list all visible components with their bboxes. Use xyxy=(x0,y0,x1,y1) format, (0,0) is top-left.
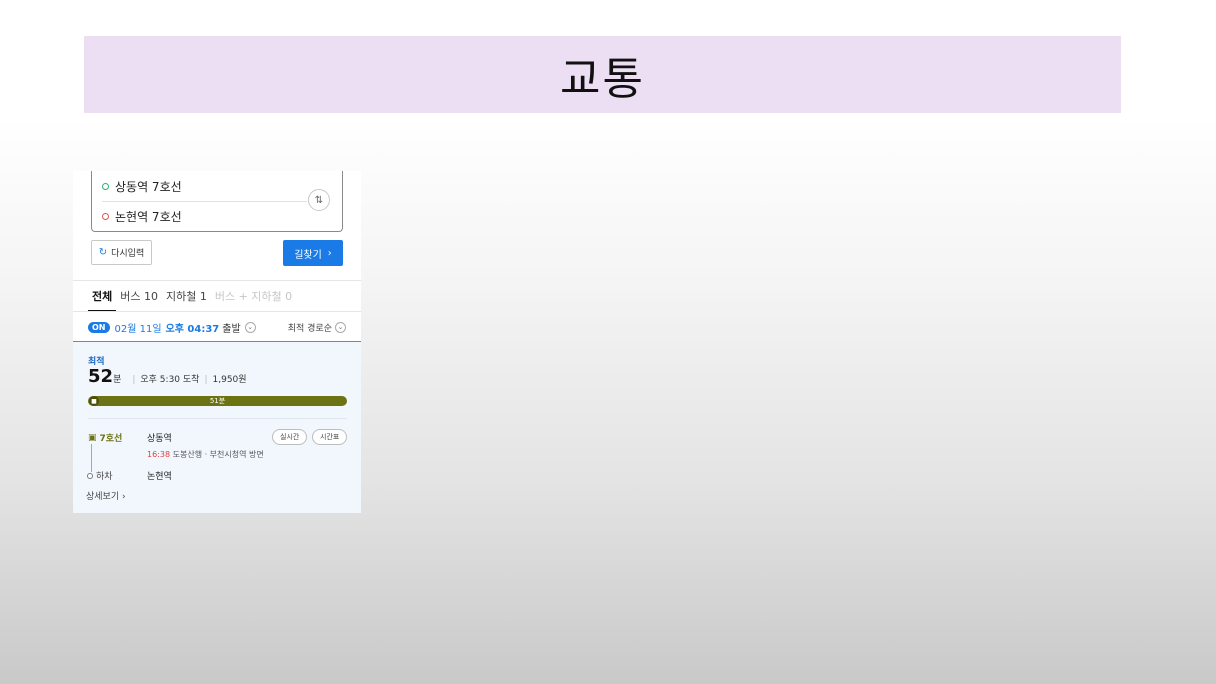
tab-subway[interactable]: 지하철 1 xyxy=(162,281,211,311)
reset-button-label: 다시입력 xyxy=(111,249,145,259)
alight-label: 하차 xyxy=(87,469,113,482)
subway-icon: ▣ xyxy=(88,432,97,443)
on-toggle-badge[interactable]: ON xyxy=(88,321,110,333)
route-input-box: 상동역 7호선 논현역 7호선 ⇅ xyxy=(91,171,343,232)
route-progress-bar: ■ 51분 xyxy=(88,396,347,406)
departure-chevron-down-icon[interactable]: ⌄ xyxy=(244,321,256,333)
summary-separator: | xyxy=(132,375,136,385)
refresh-icon: ↻ xyxy=(98,247,108,258)
summary-separator: | xyxy=(204,375,208,385)
find-route-label: 길찾기 xyxy=(294,249,322,261)
alight-text: 하차 xyxy=(96,472,113,482)
departure-label: 출발 xyxy=(222,323,241,335)
find-route-button[interactable]: 길찾기 › xyxy=(283,240,343,266)
minutes-unit: 분 xyxy=(113,375,122,385)
start-dot-icon xyxy=(102,182,109,190)
route-result-card[interactable]: 최적 52 분 | 오후 5:30 도착 | 1,950원 ■ 51분 ▣ 7호… xyxy=(73,341,361,513)
departure-date[interactable]: 02월 11일 xyxy=(115,320,162,335)
direction-text: 도봉산행 · 부천시청역 방면 xyxy=(172,450,264,459)
subway-line-label: ▣ 7호선 xyxy=(88,431,123,445)
start-field-text: 상동역 7호선 xyxy=(115,179,182,194)
alight-ring-icon xyxy=(87,472,93,479)
end-field-text: 논현역 7호선 xyxy=(115,209,182,224)
field-divider xyxy=(102,201,307,202)
swap-direction-button[interactable]: ⇅ xyxy=(308,189,330,211)
sort-chevron-down-icon: ⌄ xyxy=(335,321,346,333)
alight-station: 논현역 xyxy=(147,472,172,482)
tabs-bottom-divider xyxy=(73,311,361,312)
segment-duration: 51분 xyxy=(209,397,226,405)
departure-time[interactable]: 오후 04:37 xyxy=(166,320,220,335)
detail-link-label: 상세보기 xyxy=(86,492,120,502)
end-dot-icon xyxy=(102,212,109,220)
slide-title: 교통 xyxy=(560,53,645,105)
departure-row: ON 02월 11일 오후 04:37 출발 ⌄ 최적 경로순 ⌄ xyxy=(88,318,346,336)
timetable-button[interactable]: 시간표 xyxy=(312,429,348,445)
result-divider xyxy=(88,418,347,419)
fare: 1,950원 xyxy=(212,375,247,385)
start-field[interactable]: 상동역 7호선 xyxy=(102,175,182,197)
boarding-station: 상동역 xyxy=(147,434,172,444)
chevron-right-icon: › xyxy=(122,492,126,502)
arrival-time: 오후 5:30 도착 xyxy=(140,375,200,385)
total-minutes: 52 xyxy=(88,366,114,387)
subway-line-name: 7호선 xyxy=(99,434,123,444)
train-direction: 16:38 도봉산행 · 부천시청역 방면 xyxy=(147,449,264,460)
detail-link[interactable]: 상세보기 › xyxy=(86,489,126,502)
transport-tabs: 전체 버스 10 지하철 1 버스 + 지하철 0 xyxy=(88,281,296,312)
route-summary: 52 분 | 오후 5:30 도착 | 1,950원 xyxy=(88,366,247,387)
sort-dropdown[interactable]: 최적 경로순 ⌄ xyxy=(288,321,346,334)
tab-bus-subway[interactable]: 버스 + 지하철 0 xyxy=(211,281,296,311)
slide-title-bar: 교통 xyxy=(84,36,1121,113)
end-field[interactable]: 논현역 7호선 xyxy=(102,205,182,227)
realtime-button[interactable]: 실시간 xyxy=(272,429,308,445)
swap-arrows-icon: ⇅ xyxy=(314,194,324,206)
sort-label: 최적 경로순 xyxy=(287,323,332,334)
tab-all[interactable]: 전체 xyxy=(88,281,117,312)
route-search-panel: 상동역 7호선 논현역 7호선 ⇅ ↻ 다시입력 길찾기 › 전체 버스 10 … xyxy=(73,171,361,513)
reset-button[interactable]: ↻ 다시입력 xyxy=(91,240,152,265)
tab-bus[interactable]: 버스 10 xyxy=(116,281,162,311)
route-step-line xyxy=(91,444,92,472)
next-train-time: 16:38 xyxy=(147,450,171,459)
chevron-right-icon: › xyxy=(327,247,332,259)
